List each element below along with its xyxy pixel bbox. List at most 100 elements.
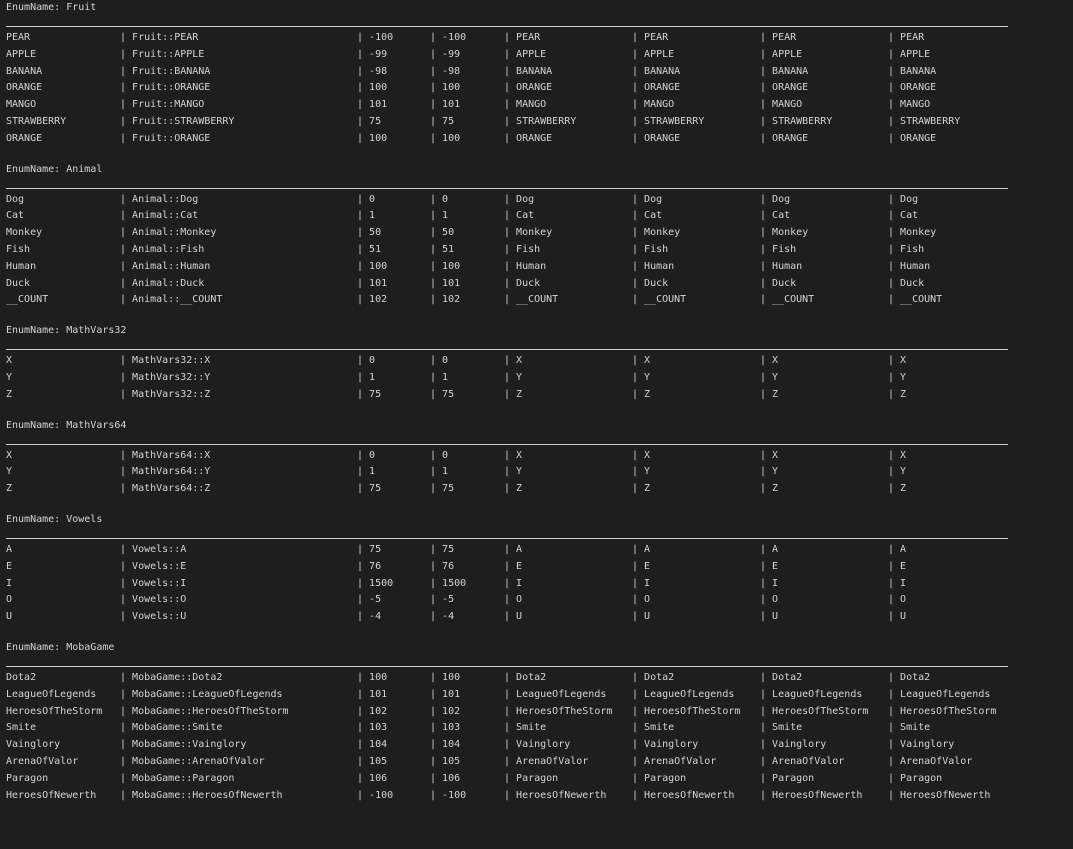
cell-value: 1 — [369, 371, 376, 383]
column-separator: | — [888, 755, 901, 767]
separator-rule — [6, 187, 1008, 189]
table-cell: | Cat — [888, 208, 918, 225]
cell-value: Monkey — [644, 227, 681, 239]
cell-value: Y — [900, 466, 907, 478]
console-output: EnumName: Fruit PEAR | Fruit::PEAR | -100 | … — [6, 0, 1073, 818]
table-cell: | O — [504, 592, 522, 609]
table-cell: | 101 — [357, 687, 387, 704]
column-separator: | — [357, 82, 370, 94]
table-cell: | MobaGame::HeroesOfTheStorm — [120, 704, 289, 721]
table-cell: | 1 — [430, 370, 448, 387]
cell-value: I — [644, 577, 651, 589]
column-separator: | — [120, 371, 133, 383]
column-separator: | — [120, 294, 133, 306]
table-cell: | -5 — [357, 592, 381, 609]
table-cell: | 0 — [430, 192, 448, 209]
table-cell: | -5 — [430, 592, 454, 609]
table-row: Cat | Animal::Cat | 1 | 1 | Cat | Cat | Cat | C… — [6, 208, 1073, 225]
column-separator: | — [760, 243, 773, 255]
column-separator: | — [504, 611, 517, 623]
table-cell: | BANANA — [504, 64, 552, 81]
cell-value: Y — [900, 371, 907, 383]
table-row: A | Vowels::A | 75 | 75 | A | A | A | A — [6, 542, 1073, 559]
column-separator: | — [357, 466, 370, 478]
cell-value: O — [900, 594, 907, 606]
cell-value: BANANA — [644, 65, 681, 77]
cell-value: MANGO — [900, 99, 931, 111]
cell-value: 100 — [442, 260, 461, 272]
cell-value: __COUNT — [900, 294, 943, 306]
cell-value: -100 — [369, 789, 394, 801]
enum-section-mathvars32: EnumName: MathVars32 X | MathVars32::X | 0 |… — [6, 323, 1073, 417]
column-separator: | — [888, 560, 901, 572]
column-separator: | — [632, 688, 645, 700]
enum-header-prefix: EnumName: — [6, 2, 67, 13]
table-cell: | MobaGame::HeroesOfNewerth — [120, 788, 283, 805]
cell-value: -4 — [442, 611, 455, 623]
table-cell: | -4 — [357, 609, 381, 626]
column-separator: | — [888, 739, 901, 751]
cell-value: ArenaOfValor — [772, 755, 845, 767]
cell-value: MobaGame::HeroesOfNewerth — [132, 789, 283, 801]
table-cell: | MANGO — [632, 97, 674, 114]
column-separator: | — [430, 611, 443, 623]
column-separator: | — [760, 705, 773, 717]
cell-value: 103 — [442, 722, 461, 734]
column-separator: | — [504, 594, 517, 606]
table-row: APPLE | Fruit::APPLE | -99 | -99 | APPLE | AP… — [6, 47, 1073, 64]
table-cell: | Vowels::I — [120, 576, 186, 593]
column-separator: | — [504, 32, 517, 43]
table-cell: | HeroesOfNewerth — [888, 788, 990, 805]
table-cell: | HeroesOfTheStorm — [504, 704, 612, 721]
cell-value: STRAWBERRY — [644, 115, 705, 127]
cell-value: Duck — [6, 277, 31, 289]
column-separator: | — [430, 483, 443, 495]
cell-value: 50 — [442, 227, 455, 239]
table-cell: | 101 — [430, 276, 460, 293]
table-cell: | I — [504, 576, 522, 593]
cell-value: 0 — [369, 355, 376, 367]
cell-value: E — [516, 560, 523, 572]
table-cell: | I — [632, 576, 650, 593]
cell-value: A — [516, 543, 523, 555]
column-separator: | — [632, 577, 645, 589]
cell-value: Cat — [900, 210, 919, 222]
column-separator: | — [357, 739, 370, 751]
column-separator: | — [430, 371, 443, 383]
table-cell: | 104 — [430, 737, 460, 754]
cell-value: Paragon — [900, 772, 943, 784]
table-cell: | E — [504, 559, 522, 576]
column-separator: | — [888, 671, 901, 683]
column-separator: | — [632, 294, 645, 306]
table-cell: | Duck — [504, 276, 540, 293]
column-separator: | — [632, 722, 645, 734]
table-cell: | U — [888, 609, 906, 626]
enum-header: EnumName: Vowels — [6, 512, 1073, 528]
table-cell: | 106 — [357, 771, 387, 788]
cell-value: O — [772, 594, 779, 606]
column-separator: | — [120, 739, 133, 751]
table-cell: | 102 — [357, 292, 387, 309]
cell-value: Smite — [900, 722, 931, 734]
cell-value: Dog — [516, 193, 535, 205]
cell-value: U — [900, 611, 907, 623]
column-separator: | — [760, 483, 773, 495]
table-cell: | A — [504, 542, 522, 559]
column-separator: | — [357, 449, 370, 461]
enum-header-name: MathVars64 — [66, 419, 127, 431]
cell-value: HeroesOfNewerth — [900, 789, 991, 801]
cell-value: APPLE — [900, 48, 931, 60]
cell-value: 102 — [442, 705, 461, 717]
column-separator: | — [760, 560, 773, 572]
table-cell: | Smite — [888, 720, 930, 737]
cell-value: Y — [516, 466, 523, 478]
column-separator: | — [760, 371, 773, 383]
cell-value: Animal::Cat — [132, 210, 199, 222]
cell-value: -99 — [369, 48, 388, 60]
column-separator: | — [760, 594, 773, 606]
column-separator: | — [357, 193, 370, 205]
table-cell: | BANANA — [888, 64, 936, 81]
column-separator: | — [430, 789, 443, 801]
table-cell: | Human — [632, 259, 674, 276]
cell-value: Vowels::U — [132, 611, 187, 623]
